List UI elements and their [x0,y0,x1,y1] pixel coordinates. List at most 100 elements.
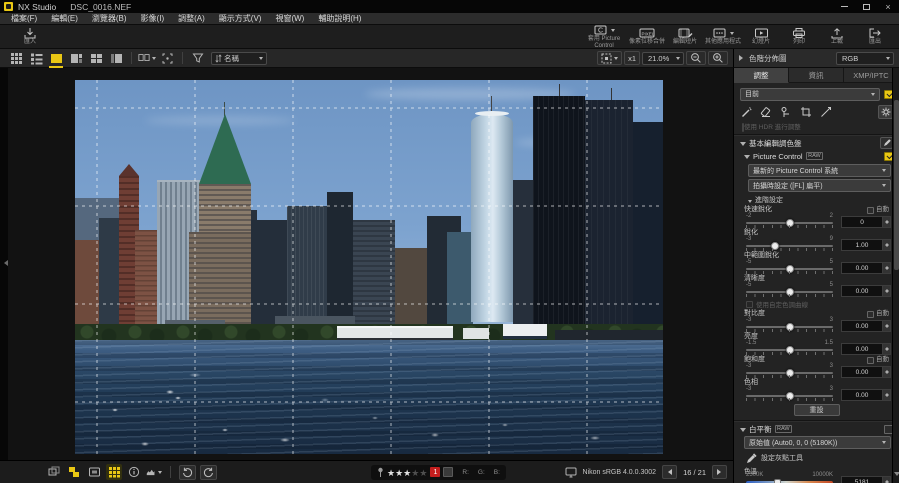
photo[interactable] [75,80,663,454]
slider-value-box[interactable]: 0.00 [841,285,891,297]
tab-info[interactable]: 資訊 [789,68,844,83]
slider-track[interactable] [746,326,833,328]
straighten-icon[interactable] [820,106,832,118]
temperature-spinner[interactable] [882,476,891,483]
slider-track[interactable] [746,372,833,374]
picture-control-section-header[interactable]: Picture Control RAW [744,150,893,162]
print-button[interactable]: 列印 [783,25,815,48]
zoom-1to1-button[interactable]: x1 [624,51,640,65]
menu-item[interactable]: 瀏覽器(B) [85,13,134,25]
menu-item[interactable]: 編輯(E) [44,13,85,25]
slider-track[interactable] [746,268,833,270]
slider-value-box[interactable]: 0.00 [841,262,891,274]
panel-scrollbar[interactable] [892,68,899,483]
version-dropdown[interactable]: 目前 [740,88,880,101]
reset-button[interactable]: 重設 [794,404,840,416]
zoom-in-button[interactable] [708,51,728,65]
slideshow-button[interactable]: 幻燈片 [745,25,777,48]
compare-view-button[interactable] [138,51,156,66]
tab-adjustments[interactable]: 調整 [734,68,789,83]
auto-checkbox[interactable] [867,357,874,364]
compare-images-button[interactable] [46,464,62,480]
maximize-button[interactable] [855,0,877,13]
temperature-value-box[interactable]: 5181 [841,476,891,483]
temperature-slider-thumb[interactable] [774,479,781,483]
edit-video-button[interactable]: 編輯短片 [669,25,701,48]
panel-settings-button[interactable] [878,105,893,119]
menu-item[interactable]: 視窗(W) [268,13,311,25]
slider-track[interactable] [746,395,833,397]
rotate-cw-button[interactable] [200,465,217,480]
tab-xmp-iptc[interactable]: XMP/IPTC [844,68,899,83]
zoom-percent-dropdown[interactable]: 21.0% [642,52,684,65]
info-overlay-button[interactable] [126,464,142,480]
retouch-brush-icon[interactable] [740,106,752,118]
slider-value-box[interactable]: 0.00 [841,366,891,378]
filter-icon[interactable] [189,51,207,66]
auto-option[interactable]: 自動 [867,310,889,318]
slider-spinner[interactable] [882,262,891,274]
picture-control-preset-dropdown[interactable]: 拍攝時設定 ([FL] 扁平) [748,179,891,192]
slider-value-box[interactable]: 1.00 [841,239,891,251]
slider-value-box[interactable]: 0.00 [841,343,891,355]
scrollbar-thumb[interactable] [894,100,899,270]
histogram-header[interactable]: 色階分佈圖 RGB [733,49,899,68]
histogram-overlay-button[interactable] [146,464,162,480]
color-control-point-icon[interactable] [780,106,792,118]
next-image-button[interactable] [712,465,727,479]
eraser-tool-icon[interactable] [760,106,772,118]
label-badge-empty[interactable] [443,467,453,477]
filmstrip-collapsed-panel[interactable] [0,68,8,460]
crop-icon[interactable] [800,106,812,118]
slider-spinner[interactable] [882,285,891,297]
sync-zoom-icon[interactable] [158,51,176,66]
upload-button[interactable]: 上載 [821,25,853,48]
auto-checkbox[interactable] [867,207,874,214]
star-icon[interactable]: ★ [419,468,427,478]
white-balance-preset-dropdown[interactable]: 原始值 (Auto0, 0, 0 (5180K)) [744,436,891,449]
slider-track[interactable] [746,245,833,247]
auto-checkbox[interactable] [867,311,874,318]
picture-control-system-dropdown[interactable]: 最新的 Picture Control 系統 [748,164,891,177]
menu-item[interactable]: 輔助說明(H) [311,13,368,25]
slider-spinner[interactable] [882,320,891,332]
basic-adjustments-section-header[interactable]: 基本編輯調色盤 [734,134,899,148]
slider-spinner[interactable] [882,216,891,228]
custom-curve-checkbox[interactable] [746,301,753,308]
rotate-ccw-button[interactable] [179,465,196,480]
menu-item[interactable]: 顯示方式(V) [212,13,269,25]
multi-window-button[interactable] [66,464,82,480]
other-apps-button[interactable]: 其他應用程式 [707,25,739,48]
slider-value-box[interactable]: 0.00 [841,389,891,401]
slider-spinner[interactable] [882,343,891,355]
zoom-out-button[interactable] [686,51,706,65]
single-frame-button[interactable] [86,464,102,480]
white-balance-section-header[interactable]: 白平衡 RAW [734,420,899,434]
sort-dropdown[interactable]: 名稱 [211,52,267,65]
image-view-button[interactable] [47,51,65,66]
slider-track[interactable] [746,291,833,293]
slider-value-box[interactable]: 0.00 [841,320,891,332]
slider-spinner[interactable] [882,239,891,251]
pixel-shift-merge-button[interactable]: PIXEL 像素位移合併 [631,25,663,48]
export-button[interactable]: 匯出 [859,25,891,48]
gray-point-tool-button[interactable]: 設定灰點工具 [746,452,899,464]
menu-item[interactable]: 影像(I) [134,13,172,25]
menu-item[interactable]: 檔案(F) [4,13,44,25]
slider-track[interactable] [746,222,833,224]
minimize-button[interactable] [833,0,855,13]
filmstrip-view-button[interactable] [107,51,125,66]
menu-item[interactable]: 調整(A) [171,13,212,25]
slider-spinner[interactable] [882,366,891,378]
slider-track[interactable] [746,349,833,351]
auto-option[interactable]: 自動 [867,206,889,214]
label-badge[interactable]: 1 [430,467,440,477]
slider-spinner[interactable] [882,389,891,401]
picture-control-button[interactable]: C 套用 Picture Control [583,25,625,48]
hdr-checkbox[interactable] [742,123,744,132]
star-icon[interactable]: ★ [387,468,395,478]
fit-screen-dropdown[interactable] [597,51,622,65]
scroll-down-arrow-icon[interactable] [894,472,899,479]
previous-image-button[interactable] [662,465,677,479]
grid-overlay-toggle-button[interactable] [106,464,122,480]
